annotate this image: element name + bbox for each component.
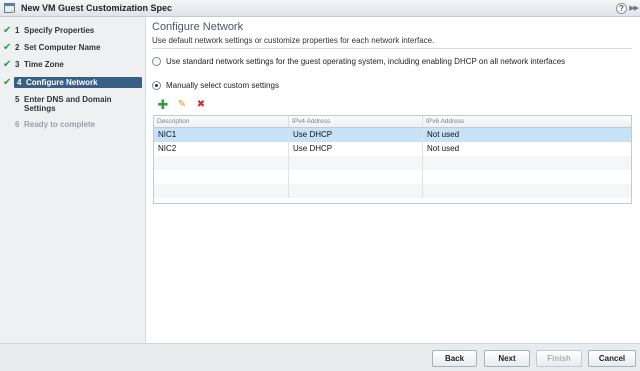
divider — [152, 48, 632, 49]
standard-settings-radio[interactable] — [152, 57, 161, 66]
checkmark-icon: ✔ — [3, 42, 12, 53]
add-icon[interactable]: ✚ — [157, 98, 169, 111]
step-number: 4 — [17, 78, 22, 87]
empty-row — [154, 184, 631, 198]
step-specify-properties[interactable]: ✔ 1 Specify Properties — [2, 25, 142, 36]
finish-button: Finish — [536, 350, 582, 367]
checkmark-icon: ✔ — [3, 25, 12, 36]
checkmark-icon: ✔ — [3, 59, 12, 70]
cell-description: NIC1 — [154, 128, 289, 142]
cell-ipv6: Not used — [427, 144, 460, 153]
step-number: 2 — [15, 43, 20, 52]
back-button[interactable]: Back — [432, 350, 477, 367]
step-number: 5 — [15, 95, 20, 104]
cell-ipv6: Not used — [427, 130, 460, 139]
standard-settings-label: Use standard network settings for the gu… — [166, 57, 566, 66]
step-ready-to-complete: 6 Ready to complete — [2, 119, 142, 130]
cell-ipv4: Use DHCP — [289, 128, 423, 142]
empty-row — [154, 156, 631, 170]
step-label: Specify Properties — [24, 26, 95, 35]
wizard-window-icon — [4, 2, 16, 14]
empty-row — [154, 170, 631, 184]
network-interfaces-table: Description IPv4 Address IPv6 Address NI… — [153, 115, 632, 204]
wizard-steps-sidebar: ✔ 1 Specify Properties ✔ 2 Set Computer … — [0, 17, 146, 343]
title-bar: New VM Guest Customization Spec ? ▶▶ — [0, 0, 640, 17]
help-icon[interactable]: ? — [616, 3, 627, 14]
custom-settings-label: Manually select custom settings — [166, 81, 279, 90]
step-number: 3 — [15, 60, 20, 69]
cancel-button[interactable]: Cancel — [588, 350, 636, 367]
column-header-ipv6[interactable]: IPv6 Address — [423, 116, 631, 127]
column-header-ipv4[interactable]: IPv4 Address — [289, 116, 423, 127]
step-label: Configure Network — [26, 78, 98, 87]
custom-settings-radio[interactable] — [152, 81, 161, 90]
edit-pencil-icon[interactable]: ✎ — [176, 99, 188, 111]
wizard-footer: Back Next Finish Cancel — [0, 343, 640, 371]
step-number: 1 — [15, 26, 20, 35]
column-header-description[interactable]: Description — [154, 116, 289, 127]
next-button[interactable]: Next — [484, 350, 530, 367]
table-row[interactable]: NIC2 Use DHCP Not used — [154, 142, 631, 156]
delete-icon[interactable]: ✖ — [195, 99, 207, 111]
expand-icon[interactable]: ▶▶ — [629, 4, 639, 12]
step-label: Set Computer Name — [24, 43, 101, 52]
page-title: Configure Network — [152, 21, 244, 33]
page-description: Use default network settings or customiz… — [152, 36, 435, 45]
step-time-zone[interactable]: ✔ 3 Time Zone — [2, 59, 142, 70]
window-title: New VM Guest Customization Spec — [21, 3, 173, 13]
table-header: Description IPv4 Address IPv6 Address — [154, 116, 631, 128]
step-label: Time Zone — [24, 60, 64, 69]
step-number: 6 — [15, 120, 20, 129]
custom-settings-option[interactable]: Manually select custom settings — [152, 81, 279, 90]
step-dns-domain[interactable]: 5 Enter DNS and Domain Settings — [2, 94, 142, 113]
cell-ipv4: Use DHCP — [289, 142, 423, 156]
standard-settings-option[interactable]: Use standard network settings for the gu… — [152, 57, 565, 66]
step-label: Ready to complete — [24, 120, 96, 129]
cell-description: NIC2 — [154, 142, 289, 156]
step-set-computer-name[interactable]: ✔ 2 Set Computer Name — [2, 42, 142, 53]
step-label: Enter DNS and Domain Settings — [24, 95, 112, 113]
step-configure-network[interactable]: 4 Configure Network — [14, 77, 142, 88]
table-row[interactable]: NIC1 Use DHCP Not used — [154, 128, 631, 142]
